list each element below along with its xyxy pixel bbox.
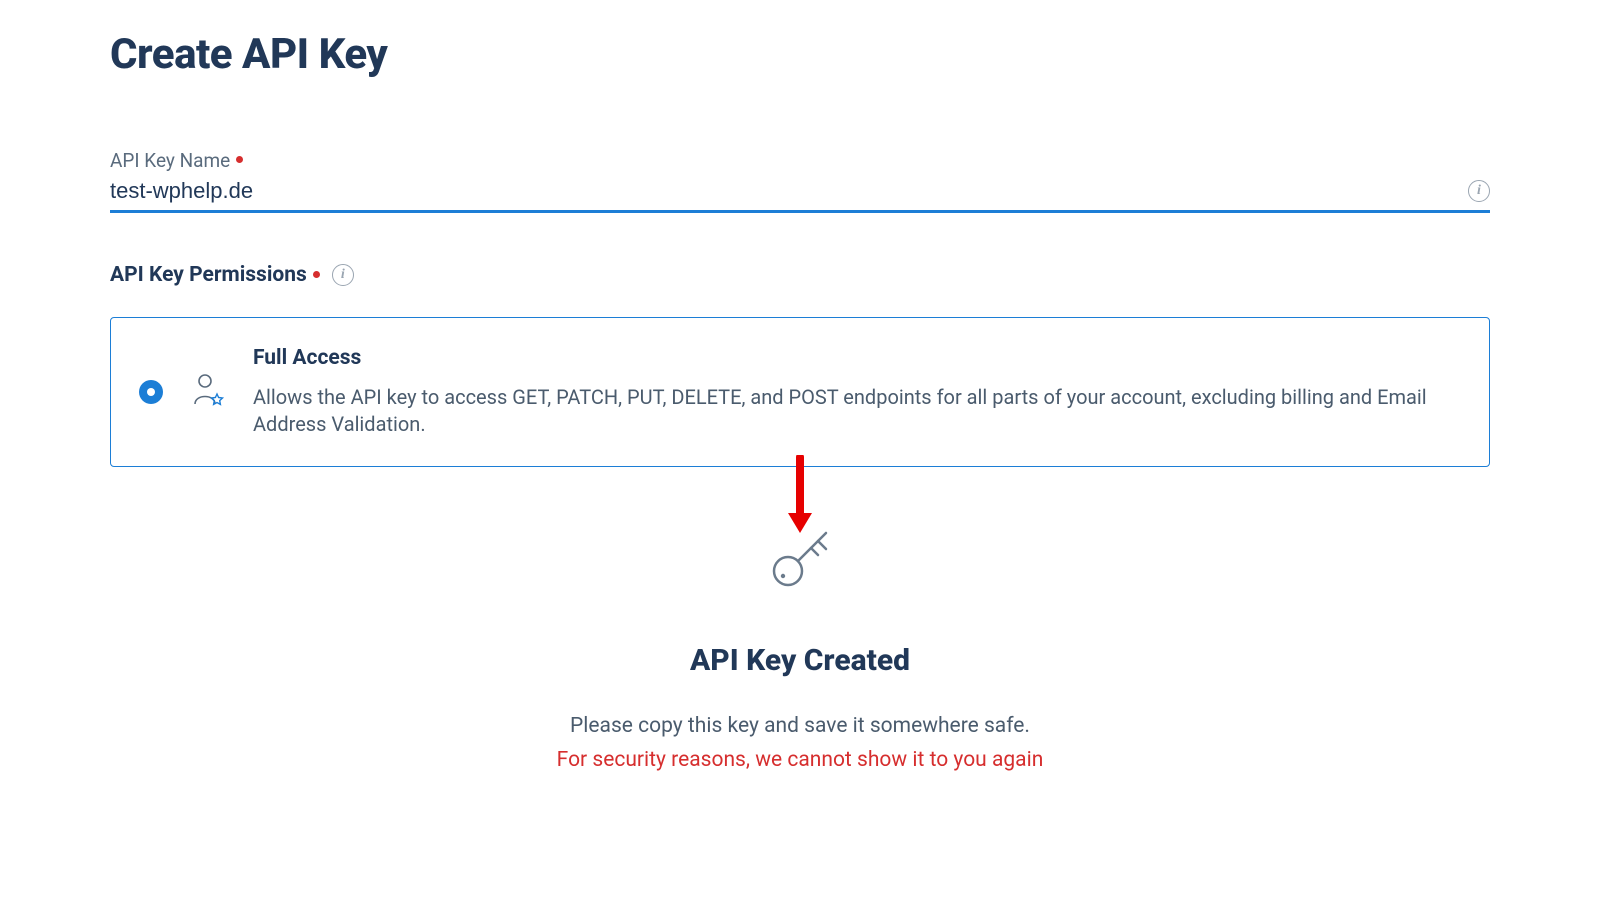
permission-option-title: Full Access [253, 346, 1461, 370]
api-key-created-warning: For security reasons, we cannot show it … [110, 748, 1490, 772]
user-star-icon [191, 372, 225, 412]
api-key-name-label: API Key Name [110, 149, 1490, 172]
required-dot-icon [313, 271, 320, 278]
api-key-name-input[interactable] [110, 176, 1468, 206]
permission-option-description: Allows the API key to access GET, PATCH,… [253, 384, 1461, 438]
api-key-permissions-label: API Key Permissions i [110, 263, 1490, 287]
api-key-created-title: API Key Created [110, 643, 1490, 678]
radio-selected-icon[interactable] [139, 380, 163, 404]
permission-option-full-access[interactable]: Full Access Allows the API key to access… [110, 317, 1490, 467]
info-icon[interactable]: i [332, 264, 354, 286]
api-key-created-subtitle: Please copy this key and save it somewhe… [110, 714, 1490, 738]
page-title: Create API Key [110, 30, 1490, 79]
api-key-name-row: i [110, 176, 1490, 213]
required-dot-icon [236, 156, 243, 163]
arrow-down-icon [110, 455, 1490, 535]
api-key-permissions-label-text: API Key Permissions [110, 263, 307, 287]
api-key-name-label-text: API Key Name [110, 149, 230, 172]
api-key-created-section: API Key Created Please copy this key and… [110, 517, 1490, 772]
info-icon[interactable]: i [1468, 180, 1490, 202]
